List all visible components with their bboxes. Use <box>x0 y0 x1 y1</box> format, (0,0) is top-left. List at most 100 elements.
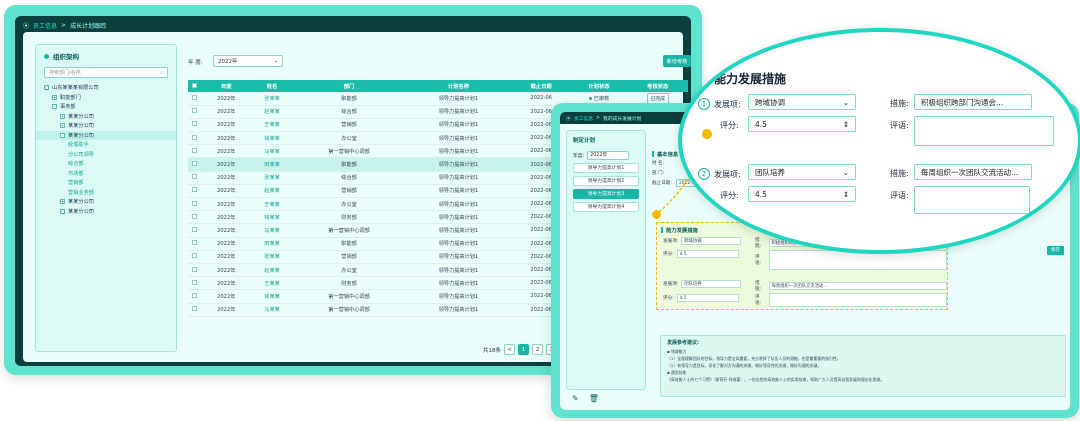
row-checkbox[interactable] <box>192 187 198 193</box>
cell-name[interactable]: 田某某 <box>251 237 294 251</box>
measure1-score-input[interactable]: 4.5 <box>676 250 739 258</box>
cell-name[interactable]: 马某某 <box>251 144 294 159</box>
edit-icon[interactable]: ✎ <box>572 394 579 403</box>
select-all-checkbox[interactable] <box>192 82 198 88</box>
zoom-type1-select[interactable]: 跨域协调 ⌄ <box>748 94 856 110</box>
tree-node[interactable]: □ 某某分公司 <box>36 207 176 217</box>
year-select[interactable]: 2022年 ⌄ <box>213 55 283 67</box>
location-pin-icon: ⦿ <box>566 116 571 122</box>
tree-node[interactable]: - 某某分公司 <box>36 130 176 140</box>
tree-toggle-icon[interactable]: - <box>60 132 65 138</box>
cell-name[interactable]: 赵某某 <box>251 184 294 199</box>
cell-plan: 领导力提高计划1 <box>405 118 512 133</box>
tree-toggle-icon[interactable]: + <box>52 94 57 100</box>
row-checkbox[interactable] <box>192 161 198 167</box>
row-checkbox[interactable] <box>192 253 198 259</box>
stepper-icon[interactable]: ⇕ <box>843 190 849 199</box>
cell-name[interactable]: 王某某 <box>251 276 294 291</box>
tree-node[interactable]: - 事务部 <box>36 102 176 112</box>
row-checkbox[interactable] <box>192 94 198 100</box>
measure2-measure-input[interactable]: 每周组织一次团队交流活动... <box>768 282 947 290</box>
row-checkbox-cell <box>188 157 202 172</box>
tree-toggle-icon[interactable]: + <box>60 123 65 129</box>
column-header <box>188 80 202 92</box>
pager-prev-button[interactable]: < <box>504 344 515 355</box>
cell-name[interactable]: 王某某 <box>251 118 294 133</box>
tree-node[interactable]: □ 山东某某某有限公司 <box>36 83 176 93</box>
row-checkbox[interactable] <box>192 306 198 312</box>
cell-name[interactable]: 钱某某 <box>251 210 294 225</box>
measure2-type-select[interactable]: 团队培养 <box>681 280 742 288</box>
plan-item-3[interactable]: 领导力提高计划3 <box>573 189 639 199</box>
row-checkbox[interactable] <box>192 134 198 140</box>
breadcrumb-home[interactable]: 员工信息 <box>574 115 593 122</box>
row-checkbox[interactable] <box>192 240 198 246</box>
cell-name[interactable]: 赵某某 <box>251 105 294 119</box>
cell-name[interactable]: 张某某 <box>251 250 294 264</box>
tree-node[interactable]: 市场部 <box>36 169 176 179</box>
zoom-comment2-input[interactable] <box>914 186 1030 214</box>
cell-name[interactable]: 赵某某 <box>251 263 294 278</box>
breadcrumb-home[interactable]: 员工信息 <box>33 21 57 30</box>
row-checkbox[interactable] <box>192 108 198 114</box>
row-checkbox[interactable] <box>192 147 198 153</box>
tree-node[interactable]: 经理助手 <box>36 140 176 150</box>
tree-node-label: 某某分公司 <box>68 199 94 206</box>
tree-toggle-icon[interactable]: □ <box>44 85 49 91</box>
column-header: 年度 <box>201 80 252 92</box>
zoom-score2-input[interactable]: 4.5 ⇕ <box>748 186 856 202</box>
row-checkbox[interactable] <box>192 200 198 206</box>
cell-name[interactable]: 钱某某 <box>251 289 294 304</box>
zoom-comment1-input[interactable] <box>914 116 1054 146</box>
row-checkbox[interactable] <box>192 266 198 272</box>
save-button[interactable]: 保存 <box>1047 246 1064 255</box>
cell-year: 2022年 <box>201 276 252 291</box>
cell-name[interactable]: 钱某某 <box>251 131 294 146</box>
zoom-measure2-input[interactable]: 每周组织一次团队交流活动... <box>914 164 1032 180</box>
cell-name[interactable]: 田某某 <box>251 157 294 172</box>
row-checkbox[interactable] <box>192 213 198 219</box>
cell-name[interactable]: 王某某 <box>251 197 294 212</box>
row-checkbox[interactable] <box>192 174 198 180</box>
row-checkbox[interactable] <box>192 292 198 298</box>
zoom-type2-select[interactable]: 团队培养 ⌄ <box>748 164 856 180</box>
zoom-score1-input[interactable]: 4.5 ⇕ <box>748 116 856 132</box>
tree-toggle-icon[interactable]: + <box>60 113 65 119</box>
plan-item-4[interactable]: 领导力提高计划4 <box>573 202 639 212</box>
pager-page-2[interactable]: 2 <box>532 344 543 355</box>
row-checkbox[interactable] <box>192 121 198 127</box>
row-checkbox[interactable] <box>192 226 198 232</box>
plan-year-select[interactable]: 2022年 <box>587 151 630 160</box>
tree-node[interactable]: + 某某分公司 <box>36 112 176 122</box>
add-assessment-button[interactable]: 新增考核 <box>663 55 691 67</box>
zoom-measure1-input[interactable]: 积极组织跨部门沟通会... <box>914 94 1032 110</box>
cell-name[interactable]: 马某某 <box>251 303 294 317</box>
plan-item-2[interactable]: 领导力提高计划2 <box>573 176 639 186</box>
tree-node[interactable]: 营销部 <box>36 178 176 188</box>
cell-name[interactable]: 马某某 <box>251 223 294 238</box>
search-icon[interactable]: ⌕ <box>160 70 163 76</box>
suggestion-line: （1）全面理解团队的目标，领导力是全局重要，充分发挥了队伍人员的潜能，也是最重要… <box>667 356 841 361</box>
tree-node[interactable]: 营销业务部 <box>36 188 176 198</box>
delete-icon[interactable]: 🗑 <box>589 394 599 403</box>
tree-node[interactable]: + 某某分公司 <box>36 121 176 131</box>
tree-node[interactable]: 综合部 <box>36 159 176 169</box>
pager-page-1[interactable]: 1 <box>518 344 529 355</box>
tree-node[interactable]: 分公司领导 <box>36 150 176 160</box>
plan-item-1[interactable]: 领导力提高计划1 <box>573 163 639 173</box>
tree-toggle-icon[interactable]: □ <box>60 208 65 214</box>
row-checkbox[interactable] <box>192 279 198 285</box>
tree-node[interactable]: + 某某分公司 <box>36 197 176 207</box>
suggestion-title: 发展参考建议: <box>667 340 700 346</box>
measure1-type-select[interactable]: 跨域协调 <box>681 237 742 245</box>
tree-toggle-icon[interactable]: + <box>60 199 65 205</box>
measure2-comment-input[interactable] <box>768 293 947 307</box>
org-search-input[interactable]: 搜索部门/名称 ⌕ <box>44 67 168 78</box>
cell-name[interactable]: 张某某 <box>251 171 294 185</box>
tree-node[interactable]: + 职能部门 <box>36 93 176 103</box>
tree-toggle-icon[interactable]: - <box>52 104 57 110</box>
stepper-icon[interactable]: ⇕ <box>843 120 849 129</box>
measure2-score-input[interactable]: 4.5 <box>676 294 739 302</box>
suggestion-panel: 发展参考建议: ▪ 领域能力 （1）全面理解团队的目标，领导力是全局重要，充分发… <box>660 335 1066 397</box>
cell-name[interactable]: 张某某 <box>251 92 294 106</box>
